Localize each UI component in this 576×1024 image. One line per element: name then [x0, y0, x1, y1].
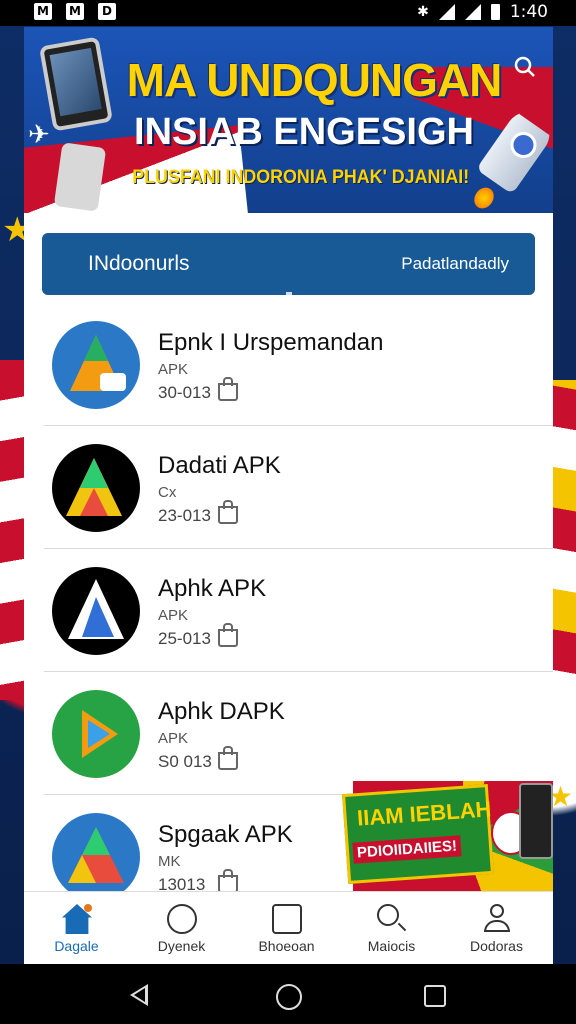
banner-subtitle: PLUSFANI INDORONIA PHAK' DJANIAI! — [132, 167, 470, 188]
notification-icon: M — [34, 3, 52, 20]
rocket-flame-graphic — [470, 183, 498, 213]
badge-dot — [84, 904, 92, 912]
nav-label: Dagale — [54, 938, 99, 954]
shield-icon: ✈ — [28, 119, 50, 149]
nav-categories[interactable]: Dyenek — [129, 892, 234, 965]
signal-icon — [464, 4, 481, 20]
home-button-icon[interactable] — [276, 984, 302, 1010]
signal-icon — [438, 4, 455, 20]
app-size: 23-013 — [158, 506, 211, 525]
categories-icon — [167, 904, 197, 934]
bottom-navigation: Dagale Dyenek Bhoeoan Maiocis Dodoras — [24, 891, 553, 965]
app-name: Dadati APK — [158, 452, 281, 479]
app-name: Spgaak APK — [158, 821, 293, 848]
app-type: Cx — [158, 484, 177, 501]
download-bag-icon[interactable] — [218, 869, 238, 891]
app-size: S0 013 — [158, 752, 212, 771]
trending-icon — [272, 904, 302, 934]
notification-icon: M — [66, 3, 84, 20]
app-type: APK — [158, 361, 189, 378]
app-icon — [52, 567, 140, 655]
download-bag-icon[interactable] — [218, 746, 238, 770]
battery-icon — [490, 4, 500, 20]
tab-indicator — [286, 292, 292, 295]
nav-label: Maiocis — [367, 938, 416, 954]
app-type: APK — [158, 730, 189, 747]
app-name: Aphk APK — [158, 575, 267, 602]
promo-sticker[interactable]: IIAM IEBLAH PDIOIIDAIIES! — [333, 761, 553, 891]
app-icon — [52, 690, 140, 778]
profile-icon — [482, 904, 512, 934]
notification-icons: M M D — [34, 3, 116, 20]
download-bag-icon[interactable] — [218, 623, 238, 647]
app-size: 13013 — [158, 875, 206, 891]
phone-graphic — [53, 142, 107, 212]
tab-downloads[interactable]: INdoonurls — [88, 233, 190, 295]
back-icon[interactable] — [130, 984, 148, 1006]
phone-graphic — [38, 36, 114, 132]
status-bar: M M D ✱ 1:40 — [0, 0, 576, 26]
list-item[interactable]: Epnk I Urspemandan APK 30-013 — [24, 303, 553, 426]
nav-label: Dyenek — [157, 938, 206, 954]
nav-home[interactable]: Dagale — [24, 892, 129, 965]
app-icon — [52, 813, 140, 891]
tab-bar: INdoonurls Padatlandadly — [42, 233, 535, 295]
banner-title-line2: INSIAB ENGESIGH — [134, 111, 474, 153]
tab-popular[interactable]: Padatlandadly — [401, 233, 509, 295]
promo-banner[interactable]: ✈ MA UNDQUNGAN INSIAB ENGESIGH PLUSFANI … — [24, 27, 553, 213]
app-icon — [52, 444, 140, 532]
flag-decoration-right — [550, 380, 576, 710]
notification-icon: D — [98, 3, 116, 20]
recent-apps-icon[interactable] — [424, 985, 446, 1007]
app-list-panel: INdoonurls Padatlandadly Epnk I Urspeman… — [24, 213, 553, 891]
app-name: Aphk DAPK — [158, 698, 285, 725]
bluetooth-icon: ✱ — [417, 4, 429, 20]
app-size: 30-013 — [158, 383, 211, 402]
download-bag-icon[interactable] — [218, 377, 238, 401]
nav-label: Dodoras — [470, 938, 523, 954]
app-type: MK — [158, 853, 181, 870]
nav-search[interactable]: Maiocis — [339, 892, 444, 965]
app-icon — [52, 321, 140, 409]
banner-title: MA UNDQUNGAN — [126, 54, 503, 106]
download-bag-icon[interactable] — [218, 500, 238, 524]
device-graphic — [519, 783, 553, 859]
list-item[interactable]: Dadati APK Cx 23-013 — [24, 426, 553, 549]
nav-trending[interactable]: Bhoeoan — [234, 892, 339, 965]
clock: 1:40 — [509, 2, 548, 22]
nav-label: Bhoeoan — [258, 938, 315, 954]
list-item[interactable]: Aphk APK APK 25-013 — [24, 549, 553, 672]
system-navigation-bar — [0, 964, 576, 1024]
search-icon[interactable] — [513, 55, 537, 86]
search-icon — [377, 904, 399, 926]
app-size: 25-013 — [158, 629, 211, 648]
app-type: APK — [158, 607, 189, 624]
app-name: Epnk I Urspemandan — [158, 329, 384, 356]
nav-profile[interactable]: Dodoras — [444, 892, 549, 965]
